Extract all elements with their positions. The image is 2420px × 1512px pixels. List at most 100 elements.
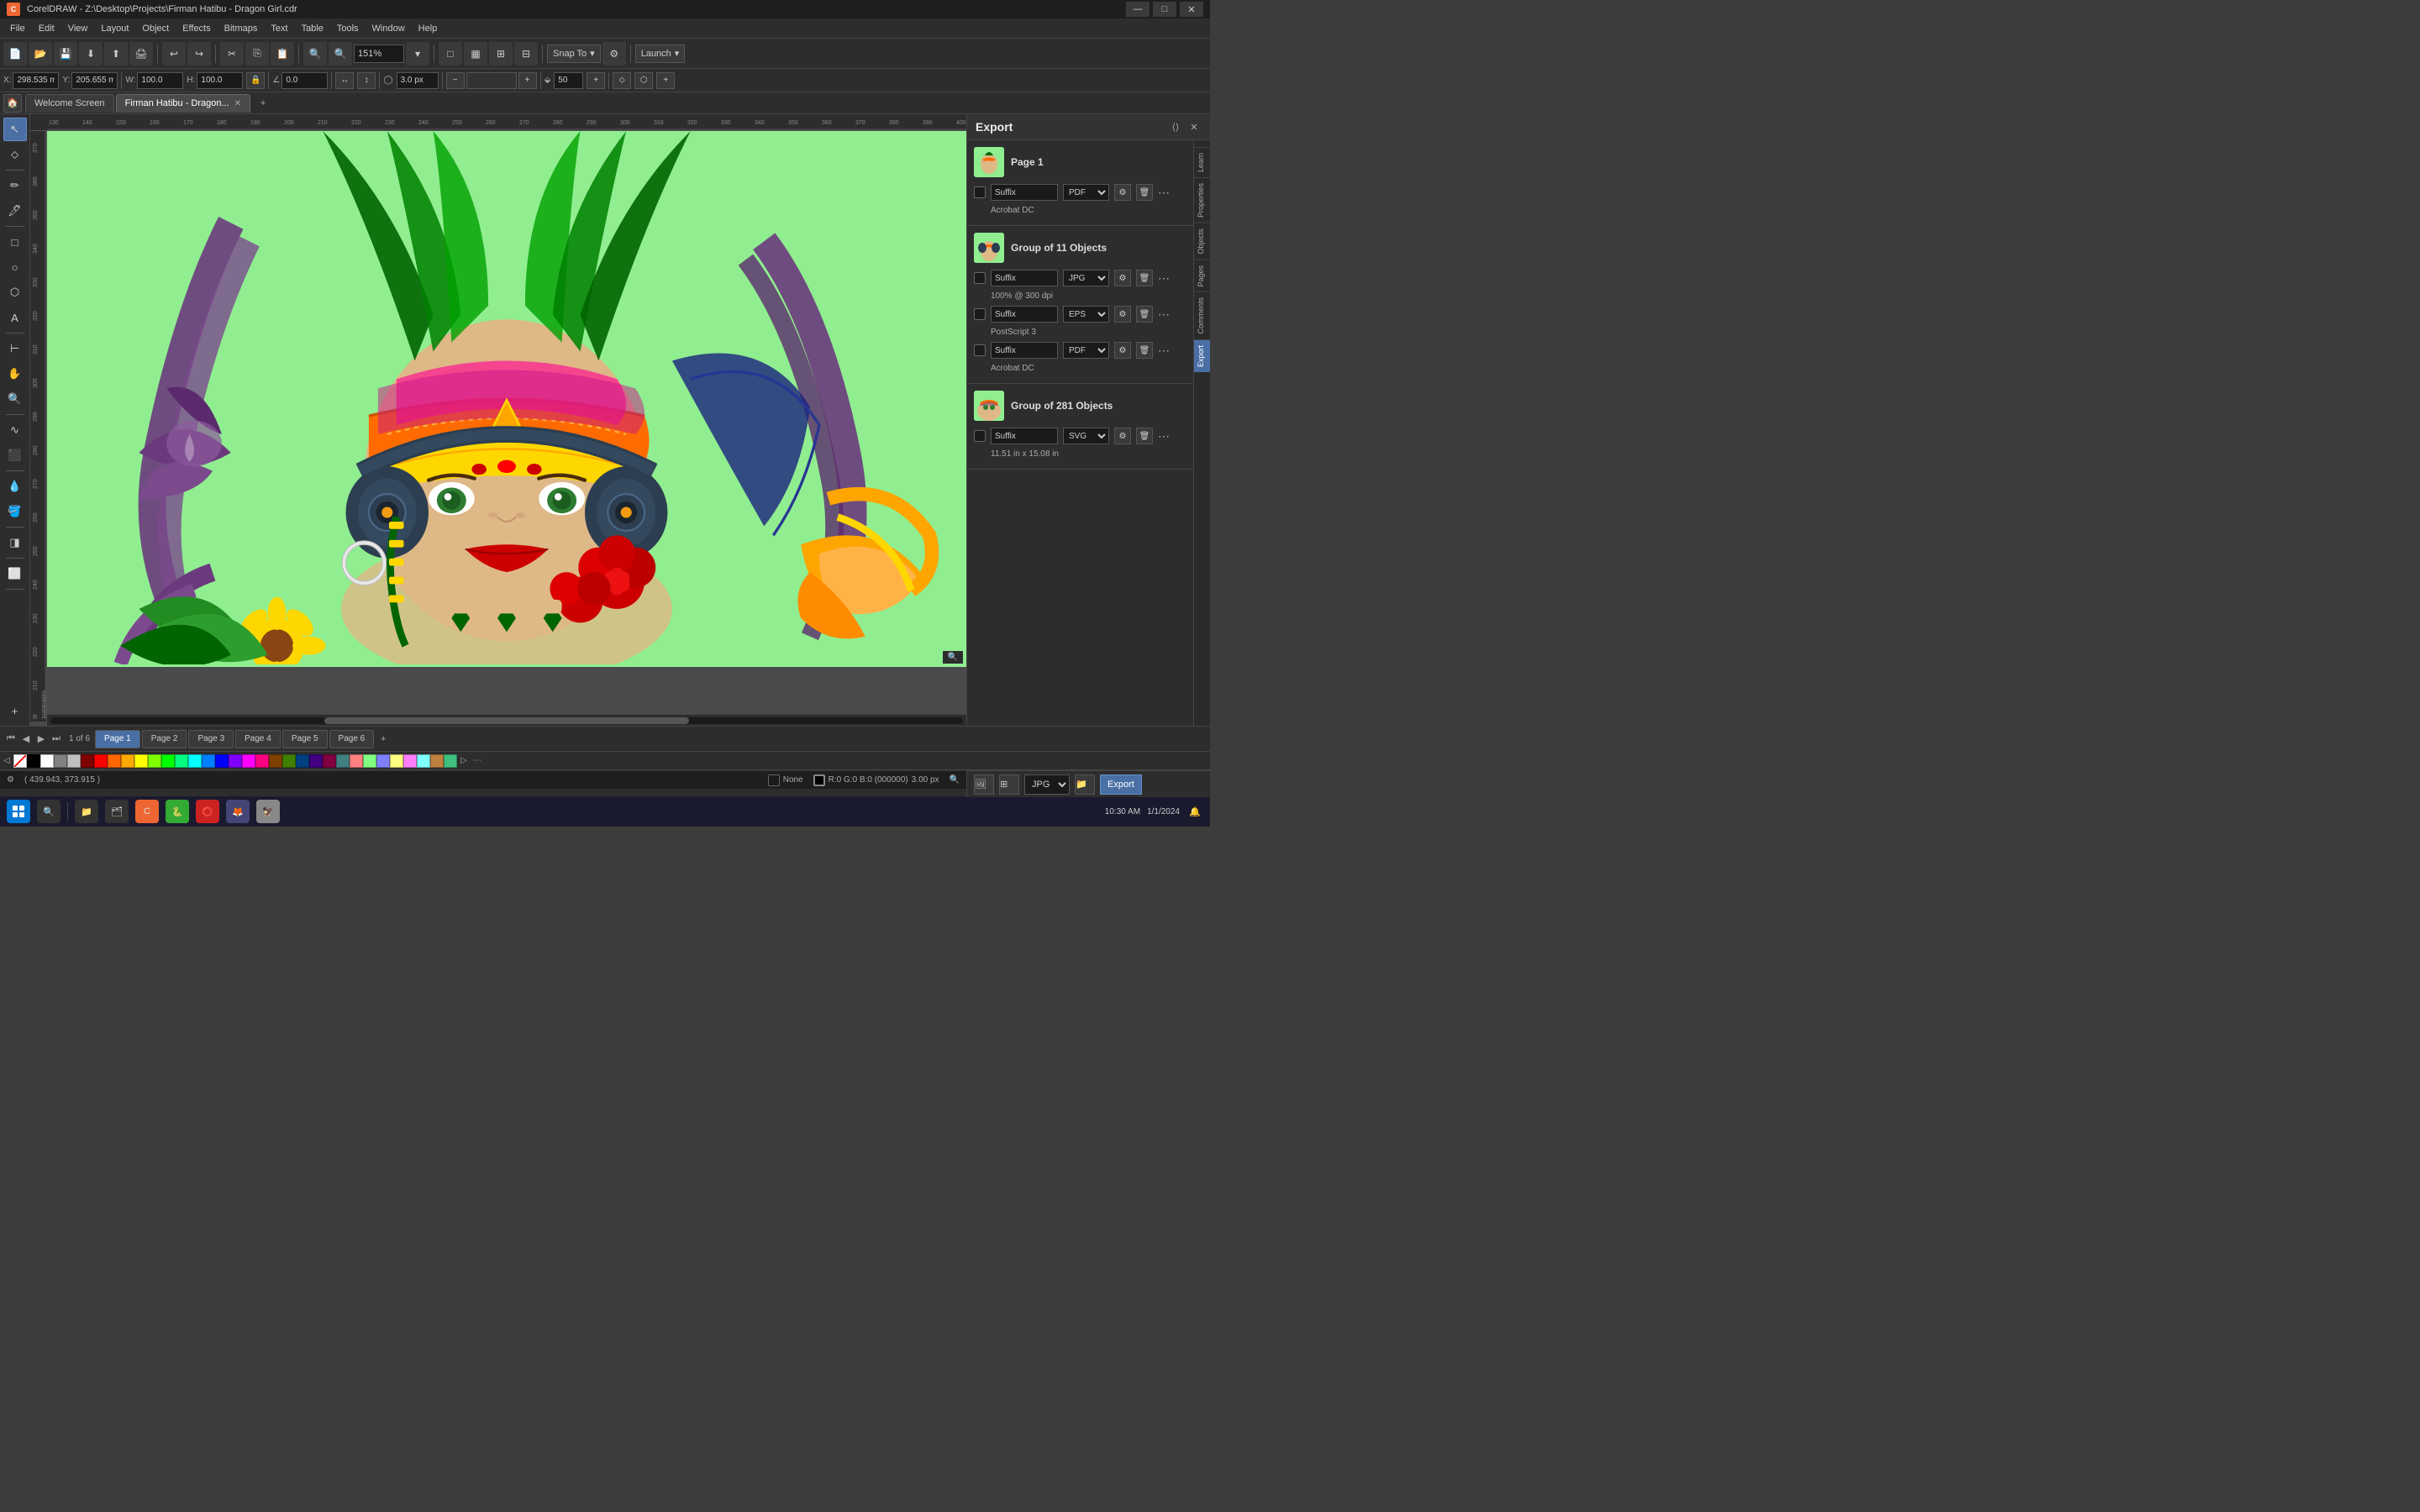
menu-effects[interactable]: Effects — [176, 18, 217, 38]
mirror-v-button[interactable]: ↕ — [357, 72, 376, 89]
color-pink-light[interactable] — [350, 754, 363, 768]
group1-format-select-3[interactable]: PDF JPG PNG SVG EPS — [1063, 342, 1109, 359]
comments-tab[interactable]: Comments — [1194, 291, 1210, 339]
node-edit-button[interactable]: ⬦ — [613, 72, 631, 89]
group1-format-select-2[interactable]: EPS JPG PDF PNG SVG — [1063, 306, 1109, 323]
color-olive[interactable] — [282, 754, 296, 768]
menu-window[interactable]: Window — [366, 18, 412, 38]
page1-format-select-1[interactable]: PDF JPG PNG SVG EPS — [1063, 184, 1109, 201]
stroke-size-input[interactable] — [397, 72, 439, 89]
color-teal-dark[interactable] — [296, 754, 309, 768]
color-brown[interactable] — [269, 754, 282, 768]
group1-check-3[interactable] — [974, 344, 986, 356]
page-tab-5[interactable]: Page 5 — [282, 730, 328, 748]
objects-tab[interactable]: Objects — [1194, 223, 1210, 260]
color-mint[interactable] — [363, 754, 376, 768]
effects-group-tool[interactable]: ⬜ — [3, 562, 27, 585]
color-eyedropper-tool[interactable]: 💧 — [3, 475, 27, 498]
page-tab-2[interactable]: Page 2 — [142, 730, 187, 748]
y-input[interactable] — [71, 72, 118, 89]
page-tab-6[interactable]: Page 6 — [329, 730, 375, 748]
color-teal-mid[interactable] — [336, 754, 350, 768]
close-button[interactable]: ✕ — [1180, 2, 1203, 17]
search-taskbar-button[interactable]: 🔍 — [37, 800, 60, 823]
color-blue[interactable] — [215, 754, 229, 768]
color-bar-left-arrow[interactable]: ◁ — [0, 752, 13, 770]
taskbar-app-2[interactable]: 🗂 — [105, 800, 129, 823]
properties-tab[interactable]: Properties — [1194, 177, 1210, 223]
group1-more-btn-2[interactable]: ⋯ — [1158, 307, 1170, 322]
undo-button[interactable]: ↩ — [162, 42, 186, 66]
menu-help[interactable]: Help — [412, 18, 445, 38]
group1-suffix-3[interactable] — [991, 342, 1058, 359]
color-black[interactable] — [27, 754, 40, 768]
save-button[interactable]: 💾 — [54, 42, 77, 66]
notification-button[interactable]: 🔔 — [1186, 800, 1203, 823]
page-tab-3[interactable]: Page 3 — [188, 730, 234, 748]
page-next-button[interactable]: ▶ — [34, 732, 49, 747]
rectangle-tool[interactable]: □ — [3, 230, 27, 254]
group1-more-btn-1[interactable]: ⋯ — [1158, 271, 1170, 286]
group1-settings-btn-1[interactable]: ⚙ — [1114, 270, 1131, 286]
dragon-girl-tab[interactable]: Firman Hatibu - Dragon... ✕ — [116, 94, 251, 113]
zoom-input[interactable] — [354, 45, 404, 63]
group2-check-1[interactable] — [974, 430, 986, 442]
color-yellow[interactable] — [134, 754, 148, 768]
cut-button[interactable]: ✂ — [220, 42, 244, 66]
scroll-thumb[interactable] — [324, 717, 689, 724]
taskbar-app-1[interactable]: 📁 — [75, 800, 98, 823]
angle-input[interactable] — [281, 72, 328, 89]
view-mode-3[interactable]: ⊞ — [489, 42, 513, 66]
taskbar-app-4[interactable]: 🐍 — [166, 800, 189, 823]
group1-check-2[interactable] — [974, 308, 986, 320]
zoom-in-button[interactable]: 🔍 — [329, 42, 352, 66]
horizontal-scrollbar[interactable] — [47, 714, 966, 726]
menu-edit[interactable]: Edit — [32, 18, 61, 38]
taskbar-corel-app[interactable]: C — [135, 800, 159, 823]
group2-format-select-1[interactable]: SVG JPG PDF PNG EPS — [1063, 428, 1109, 444]
add-tab-button[interactable]: + — [255, 96, 271, 111]
page-first-button[interactable]: ⏮ — [3, 732, 18, 747]
color-none[interactable] — [13, 754, 27, 768]
opacity-up-button[interactable]: + — [587, 72, 605, 89]
color-red[interactable] — [94, 754, 108, 768]
import-button[interactable]: ⬇ — [79, 42, 103, 66]
add-node-button[interactable]: + — [656, 72, 675, 89]
new-button[interactable]: 📄 — [3, 42, 27, 66]
export-grid-btn[interactable]: ⊞ — [999, 774, 1019, 795]
lock-ratio-button[interactable]: 🔒 — [246, 72, 265, 89]
home-tab[interactable]: 🏠 — [3, 94, 22, 113]
mirror-h-button[interactable]: ↔ — [335, 72, 354, 89]
taskbar-app-5[interactable]: ⭕ — [196, 800, 219, 823]
page1-suffix-1[interactable] — [991, 184, 1058, 201]
menu-table[interactable]: Table — [295, 18, 330, 38]
start-button[interactable] — [7, 800, 30, 823]
stroke-plus-button[interactable]: + — [518, 72, 537, 89]
page-prev-button[interactable]: ◀ — [18, 732, 34, 747]
group1-settings-btn-2[interactable]: ⚙ — [1114, 306, 1131, 323]
minimize-button[interactable]: — — [1126, 2, 1150, 17]
color-periwinkle[interactable] — [376, 754, 390, 768]
color-silver[interactable] — [67, 754, 81, 768]
color-gray[interactable] — [54, 754, 67, 768]
stroke-swatch[interactable] — [813, 774, 825, 786]
color-orange[interactable] — [108, 754, 121, 768]
group1-more-btn-3[interactable]: ⋯ — [1158, 344, 1170, 358]
h-input[interactable] — [197, 72, 243, 89]
group1-suffix-2[interactable] — [991, 306, 1058, 323]
learn-tab[interactable]: Learn — [1194, 147, 1210, 177]
export-button[interactable]: ⬆ — [104, 42, 128, 66]
group1-suffix-1[interactable] — [991, 270, 1058, 286]
color-white[interactable] — [40, 754, 54, 768]
group1-check-1[interactable] — [974, 272, 986, 284]
group1-delete-btn-1[interactable]: 🗑 — [1136, 270, 1153, 286]
stroke-line-style[interactable] — [466, 72, 517, 89]
fill-swatch[interactable] — [768, 774, 780, 786]
menu-object[interactable]: Object — [135, 18, 176, 38]
group1-format-select-1[interactable]: JPG PDF PNG SVG EPS — [1063, 270, 1109, 286]
color-dodger-blue[interactable] — [202, 754, 215, 768]
zoom-out-button[interactable]: 🔍 — [303, 42, 327, 66]
panel-close-button[interactable]: ✕ — [1186, 119, 1202, 134]
color-violet[interactable] — [229, 754, 242, 768]
zoom-dropdown[interactable]: ▾ — [406, 42, 429, 66]
